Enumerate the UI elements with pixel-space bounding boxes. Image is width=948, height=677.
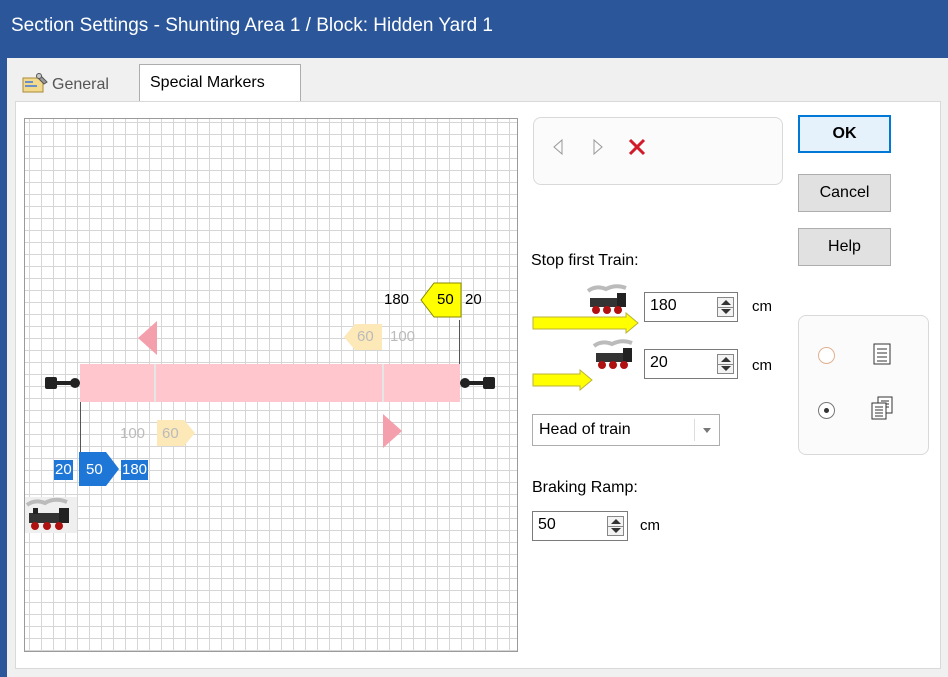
- track-divider: [382, 364, 384, 402]
- cancel-button[interactable]: Cancel: [798, 174, 891, 212]
- red-x-icon[interactable]: [627, 137, 647, 157]
- top-marker-value-20: 20: [465, 291, 482, 308]
- properties-icon: [22, 73, 49, 93]
- tab-special-markers[interactable]: Special Markers: [139, 64, 301, 102]
- ok-button[interactable]: OK: [798, 115, 891, 153]
- stop-distance-1-unit: cm: [752, 298, 772, 315]
- triangle-right-icon[interactable]: [592, 138, 604, 156]
- braking-ramp-value: 50: [538, 516, 556, 533]
- tab-special-markers-label: Special Markers: [150, 74, 265, 91]
- tab-general-label: General: [52, 76, 109, 93]
- bottom-gray-value-60: 60: [162, 425, 179, 442]
- bottom-marker-value-180: 180: [121, 460, 149, 480]
- pink-marker-left-icon[interactable]: [137, 320, 159, 358]
- track-divider: [154, 364, 156, 402]
- tab-general[interactable]: General: [16, 64, 138, 101]
- bottom-gray-value-100: 100: [120, 425, 146, 442]
- list-icon: [873, 343, 891, 365]
- bottom-marker-value-20: 20: [54, 460, 73, 480]
- top-marker-line: [459, 320, 460, 366]
- window-title: Section Settings - Shunting Area 1 / Blo…: [0, 0, 948, 58]
- buffer-stop-right-icon: [460, 377, 495, 389]
- locomotive-icon: [592, 339, 633, 369]
- top-marker-value-50: 50: [437, 291, 454, 308]
- short-yellow-arrow-icon: [532, 369, 593, 391]
- braking-ramp-unit: cm: [640, 517, 660, 534]
- stop-distance-2-value: 20: [650, 354, 668, 371]
- bottom-marker-line: [80, 402, 81, 458]
- reference-point-select[interactable]: Head of train: [532, 414, 720, 446]
- stop-first-train-label: Stop first Train:: [531, 252, 639, 269]
- braking-ramp-label: Braking Ramp:: [532, 479, 638, 496]
- spin-updown-icon[interactable]: [717, 354, 734, 374]
- chevron-down-icon[interactable]: [703, 428, 711, 433]
- top-marker-value-180: 180: [384, 291, 410, 308]
- reference-point-value: Head of train: [539, 421, 631, 438]
- spin-updown-icon[interactable]: [717, 297, 734, 317]
- top-gray-value-100: 100: [390, 328, 416, 345]
- mode-radio-multiple[interactable]: [818, 402, 835, 419]
- locomotive-icon: [586, 284, 627, 314]
- marker-navigation: [533, 117, 783, 185]
- pink-marker-right-icon[interactable]: [382, 413, 404, 451]
- locomotive-icon: [25, 497, 77, 533]
- mode-group: [798, 315, 929, 455]
- buffer-stop-left-icon: [45, 377, 80, 389]
- stop-distance-2-stepper[interactable]: 20: [644, 349, 738, 379]
- spin-updown-icon[interactable]: [607, 516, 624, 536]
- track-section[interactable]: [80, 364, 460, 402]
- mode-radio-single[interactable]: [818, 347, 835, 364]
- copy-icon: [871, 396, 893, 420]
- triangle-left-icon[interactable]: [552, 138, 564, 156]
- bottom-marker-value-50: 50: [86, 461, 103, 478]
- window-border: [0, 58, 7, 677]
- braking-ramp-stepper[interactable]: 50: [532, 511, 628, 541]
- stop-distance-2-unit: cm: [752, 357, 772, 374]
- help-button[interactable]: Help: [798, 228, 891, 266]
- stop-distance-1-value: 180: [650, 297, 677, 314]
- stop-distance-1-stepper[interactable]: 180: [644, 292, 738, 322]
- top-gray-value-60: 60: [357, 328, 374, 345]
